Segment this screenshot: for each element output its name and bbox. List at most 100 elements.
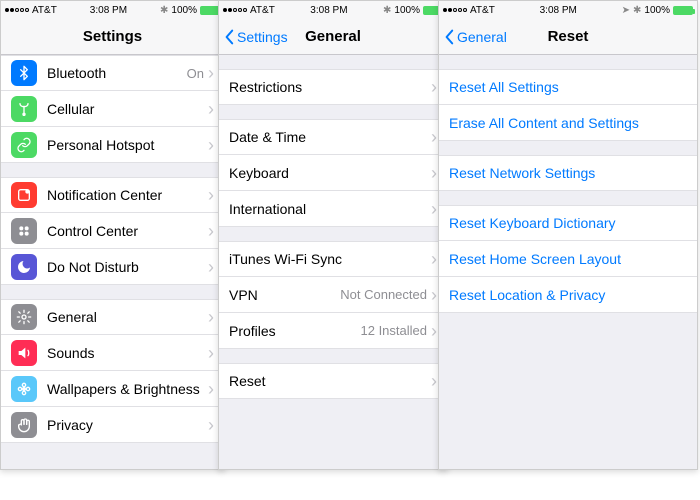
list-row[interactable]: iTunes Wi-Fi Sync› (219, 241, 447, 277)
list-row[interactable]: Reset Home Screen Layout (439, 241, 697, 277)
bt-icon (11, 60, 37, 86)
row-label: International (229, 201, 431, 217)
row-label: Bluetooth (47, 65, 187, 81)
back-label: Settings (237, 29, 288, 45)
bluetooth-icon: ✱ (383, 5, 391, 16)
nav-bar: Settings (1, 19, 224, 55)
row-label: Reset Location & Privacy (449, 287, 687, 303)
row-label: Erase All Content and Settings (449, 115, 687, 131)
row-value: On (187, 66, 204, 81)
list-row[interactable]: Personal Hotspot› (1, 127, 224, 163)
list-row[interactable]: Profiles12 Installed› (219, 313, 447, 349)
signal-dots-icon (5, 8, 29, 12)
list-row[interactable]: Privacy› (1, 407, 224, 443)
chevron-right-icon: › (208, 136, 214, 154)
notif-icon (11, 182, 37, 208)
list-row[interactable]: Sounds› (1, 335, 224, 371)
chevron-right-icon: › (208, 100, 214, 118)
phone-general: AT&T 3:08 PM ✱ 100% Settings General Res… (218, 0, 448, 470)
chevron-right-icon: › (431, 128, 437, 146)
nav-bar: General Reset (439, 19, 697, 55)
list-row[interactable]: Erase All Content and Settings (439, 105, 697, 141)
row-label: Restrictions (229, 79, 431, 95)
ctrl-icon (11, 218, 37, 244)
page-title: Reset (548, 28, 589, 45)
list-row[interactable]: General› (1, 299, 224, 335)
row-label: Keyboard (229, 165, 431, 181)
row-label: VPN (229, 287, 340, 303)
battery-icon (200, 6, 220, 15)
page-title: General (305, 28, 361, 45)
list-row[interactable]: Wallpapers & Brightness› (1, 371, 224, 407)
row-label: Reset (229, 373, 431, 389)
ant-icon (11, 96, 37, 122)
row-label: General (47, 309, 208, 325)
chevron-right-icon: › (208, 380, 214, 398)
signal-dots-icon (443, 8, 467, 12)
list-row[interactable]: BluetoothOn › (1, 55, 224, 91)
list-row[interactable]: Restrictions› (219, 69, 447, 105)
moon-icon (11, 254, 37, 280)
hand-icon (11, 412, 37, 438)
location-icon: ➤ (622, 5, 630, 16)
list-row[interactable]: VPNNot Connected› (219, 277, 447, 313)
list-row[interactable]: Reset All Settings (439, 69, 697, 105)
clock-label: 3:08 PM (90, 5, 127, 16)
row-label: Date & Time (229, 129, 431, 145)
chevron-right-icon: › (208, 64, 214, 82)
clock-label: 3:08 PM (310, 5, 347, 16)
spk-icon (11, 340, 37, 366)
list-row[interactable]: Do Not Disturb› (1, 249, 224, 285)
list-row[interactable]: Reset Keyboard Dictionary (439, 205, 697, 241)
chevron-right-icon: › (208, 258, 214, 276)
phone-settings: AT&T 3:08 PM ✱ 100% Settings BluetoothOn… (0, 0, 225, 470)
general-list[interactable]: Restrictions›Date & Time›Keyboard›Intern… (219, 69, 447, 399)
chevron-left-icon (223, 29, 235, 45)
chevron-right-icon: › (208, 186, 214, 204)
link-icon (11, 132, 37, 158)
reset-list[interactable]: Reset All Settings Erase All Content and … (439, 69, 697, 313)
row-label: Privacy (47, 417, 208, 433)
row-label: Cellular (47, 101, 208, 117)
row-label: Control Center (47, 223, 208, 239)
chevron-right-icon: › (208, 344, 214, 362)
chevron-right-icon: › (431, 200, 437, 218)
signal-dots-icon (223, 8, 247, 12)
list-row[interactable]: Reset› (219, 363, 447, 399)
status-bar: AT&T 3:08 PM ✱ 100% (219, 1, 447, 19)
list-row[interactable]: Reset Location & Privacy (439, 277, 697, 313)
list-row[interactable]: Reset Network Settings (439, 155, 697, 191)
clock-label: 3:08 PM (540, 5, 577, 16)
chevron-right-icon: › (208, 308, 214, 326)
row-label: Reset Keyboard Dictionary (449, 215, 687, 231)
page-title: Settings (83, 28, 142, 45)
row-label: Notification Center (47, 187, 208, 203)
battery-percent: 100% (644, 5, 670, 16)
carrier-label: AT&T (470, 5, 495, 16)
list-row[interactable]: Cellular› (1, 91, 224, 127)
status-bar: AT&T 3:08 PM ➤ ✱ 100% (439, 1, 697, 19)
list-row[interactable]: International› (219, 191, 447, 227)
row-label: iTunes Wi-Fi Sync (229, 251, 431, 267)
chevron-right-icon: › (431, 164, 437, 182)
nav-bar: Settings General (219, 19, 447, 55)
chevron-right-icon: › (431, 250, 437, 268)
status-bar: AT&T 3:08 PM ✱ 100% (1, 1, 224, 19)
list-row[interactable]: Control Center› (1, 213, 224, 249)
chevron-right-icon: › (431, 286, 437, 304)
list-row[interactable]: Keyboard› (219, 155, 447, 191)
row-label: Profiles (229, 323, 361, 339)
row-label: Personal Hotspot (47, 137, 208, 153)
row-label: Reset Home Screen Layout (449, 251, 687, 267)
battery-percent: 100% (394, 5, 420, 16)
back-button[interactable]: Settings (223, 29, 288, 45)
list-row[interactable]: Date & Time› (219, 119, 447, 155)
bluetooth-icon: ✱ (633, 5, 641, 16)
list-row[interactable]: Notification Center› (1, 177, 224, 213)
battery-percent: 100% (171, 5, 197, 16)
settings-list[interactable]: BluetoothOn›Cellular›Personal Hotspot›No… (1, 55, 224, 443)
row-label: Sounds (47, 345, 208, 361)
chevron-right-icon: › (431, 372, 437, 390)
chevron-right-icon: › (431, 78, 437, 96)
back-button[interactable]: General (443, 29, 507, 45)
